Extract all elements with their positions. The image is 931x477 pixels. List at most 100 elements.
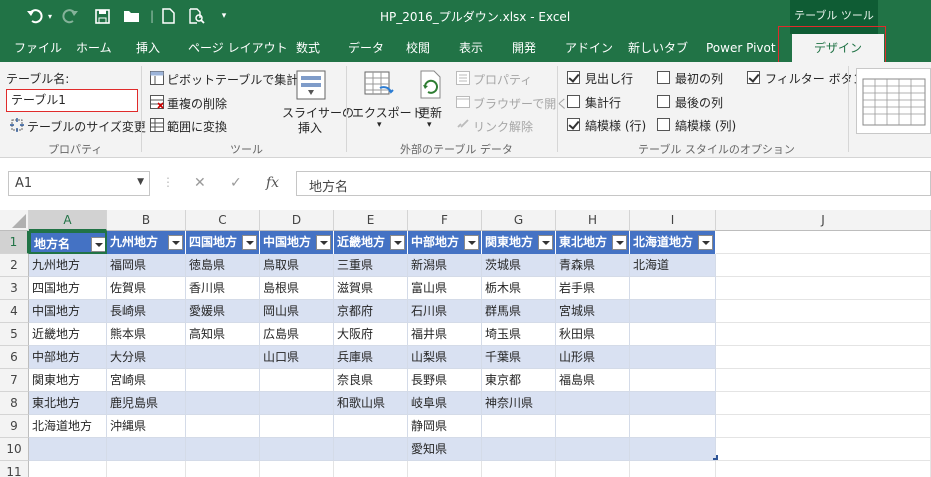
- table-cell[interactable]: 近畿地方: [29, 323, 107, 346]
- table-cell[interactable]: [186, 369, 260, 392]
- undo-icon[interactable]: [22, 6, 48, 26]
- row-header-3[interactable]: 3: [0, 277, 29, 300]
- empty-cell[interactable]: [716, 415, 931, 438]
- table-cell[interactable]: 茨城県: [482, 254, 556, 277]
- table-cell[interactable]: [630, 300, 716, 323]
- table-cell[interactable]: 佐賀県: [107, 277, 186, 300]
- table-cell[interactable]: [334, 438, 408, 461]
- row-header-8[interactable]: 8: [0, 392, 29, 415]
- tab-developer[interactable]: 開発: [512, 34, 536, 62]
- tab-page-layout[interactable]: ページ レイアウト: [188, 34, 288, 62]
- empty-cell[interactable]: [630, 461, 716, 477]
- table-cell[interactable]: 中部地方: [29, 346, 107, 369]
- table-cell[interactable]: [482, 438, 556, 461]
- table-cell[interactable]: [630, 415, 716, 438]
- table-cell[interactable]: 沖縄県: [107, 415, 186, 438]
- empty-cell[interactable]: [716, 346, 931, 369]
- table-cell[interactable]: 和歌山県: [334, 392, 408, 415]
- table-cell[interactable]: 長野県: [408, 369, 482, 392]
- table-cell[interactable]: 愛知県: [408, 438, 482, 461]
- first-column-checkbox[interactable]: [657, 71, 670, 84]
- name-box-dropdown-icon[interactable]: ▼: [137, 177, 144, 187]
- table-cell[interactable]: 北海道地方: [29, 415, 107, 438]
- filter-dropdown-icon[interactable]: [91, 237, 105, 252]
- open-folder-icon[interactable]: [120, 6, 142, 26]
- empty-cell[interactable]: [716, 300, 931, 323]
- tab-addins[interactable]: アドイン: [565, 34, 613, 62]
- table-cell[interactable]: 山形県: [556, 346, 630, 369]
- table-header-cell[interactable]: 北海道地方: [630, 231, 716, 254]
- filter-dropdown-icon[interactable]: [390, 235, 405, 250]
- table-cell[interactable]: [630, 323, 716, 346]
- table-cell[interactable]: 岡山県: [260, 300, 334, 323]
- table-cell[interactable]: 九州地方: [29, 254, 107, 277]
- row-header-4[interactable]: 4: [0, 300, 29, 323]
- empty-cell[interactable]: [482, 461, 556, 477]
- table-cell[interactable]: [107, 438, 186, 461]
- row-header-2[interactable]: 2: [0, 254, 29, 277]
- table-cell[interactable]: 兵庫県: [334, 346, 408, 369]
- table-header-cell[interactable]: 四国地方: [186, 231, 260, 254]
- empty-cell[interactable]: [716, 254, 931, 277]
- table-header-cell[interactable]: 中部地方: [408, 231, 482, 254]
- empty-cell[interactable]: [29, 461, 107, 477]
- ext-properties-button[interactable]: プロパティ: [473, 71, 532, 88]
- table-cell[interactable]: [186, 346, 260, 369]
- table-cell[interactable]: 福井県: [408, 323, 482, 346]
- row-header-6[interactable]: 6: [0, 346, 29, 369]
- table-cell[interactable]: 鳥取県: [260, 254, 334, 277]
- table-cell[interactable]: 徳島県: [186, 254, 260, 277]
- table-cell[interactable]: [260, 438, 334, 461]
- table-cell[interactable]: 東北地方: [29, 392, 107, 415]
- tab-formulas[interactable]: 数式: [296, 34, 320, 62]
- table-cell[interactable]: [29, 438, 107, 461]
- table-header-cell[interactable]: 中国地方: [260, 231, 334, 254]
- table-header-cell[interactable]: 関東地方: [482, 231, 556, 254]
- export-button[interactable]: エクスポート: [352, 104, 424, 121]
- table-cell[interactable]: 新潟県: [408, 254, 482, 277]
- resize-table-button[interactable]: テーブルのサイズ変更: [27, 118, 146, 135]
- table-cell[interactable]: 静岡県: [408, 415, 482, 438]
- table-cell[interactable]: 神奈川県: [482, 392, 556, 415]
- filter-dropdown-icon[interactable]: [316, 235, 331, 250]
- redo-icon[interactable]: [58, 6, 82, 26]
- tab-design[interactable]: デザイン: [792, 34, 884, 63]
- table-cell[interactable]: 奈良県: [334, 369, 408, 392]
- filter-dropdown-icon[interactable]: [538, 235, 553, 250]
- total-row-checkbox[interactable]: [567, 95, 580, 108]
- filter-dropdown-icon[interactable]: [242, 235, 257, 250]
- table-cell[interactable]: 岐阜県: [408, 392, 482, 415]
- empty-cell[interactable]: [716, 461, 931, 477]
- table-cell[interactable]: 群馬県: [482, 300, 556, 323]
- refresh-dropdown-icon[interactable]: ▾: [427, 120, 432, 130]
- tab-insert[interactable]: 挿入: [136, 34, 160, 62]
- export-dropdown-icon[interactable]: ▾: [377, 120, 382, 130]
- table-cell[interactable]: 宮崎県: [107, 369, 186, 392]
- insert-function-icon[interactable]: fx: [266, 175, 279, 191]
- table-cell[interactable]: [482, 415, 556, 438]
- tab-power-pivot[interactable]: Power Pivot: [706, 34, 776, 62]
- table-cell[interactable]: 山口県: [260, 346, 334, 369]
- empty-cell[interactable]: [716, 438, 931, 461]
- table-cell[interactable]: [260, 369, 334, 392]
- header-row-checkbox[interactable]: [567, 71, 580, 84]
- convert-to-range-button[interactable]: 範囲に変換: [167, 118, 227, 135]
- table-cell[interactable]: 埼玉県: [482, 323, 556, 346]
- table-header-cell[interactable]: 九州地方: [107, 231, 186, 254]
- table-cell[interactable]: [630, 369, 716, 392]
- table-cell[interactable]: [260, 392, 334, 415]
- empty-cell[interactable]: [334, 461, 408, 477]
- filter-dropdown-icon[interactable]: [168, 235, 183, 250]
- table-cell[interactable]: 三重県: [334, 254, 408, 277]
- table-cell[interactable]: [186, 415, 260, 438]
- column-header-i[interactable]: I: [630, 210, 716, 231]
- table-cell[interactable]: [630, 346, 716, 369]
- tab-review[interactable]: 校閲: [406, 34, 430, 62]
- open-in-browser-button[interactable]: ブラウザーで開く: [473, 95, 568, 112]
- table-cell[interactable]: 秋田県: [556, 323, 630, 346]
- remove-duplicates-button[interactable]: 重複の削除: [167, 95, 227, 112]
- table-cell[interactable]: 山梨県: [408, 346, 482, 369]
- table-header-cell[interactable]: 近畿地方: [334, 231, 408, 254]
- name-box[interactable]: A1 ▼: [8, 171, 150, 196]
- table-header-cell[interactable]: 東北地方: [556, 231, 630, 254]
